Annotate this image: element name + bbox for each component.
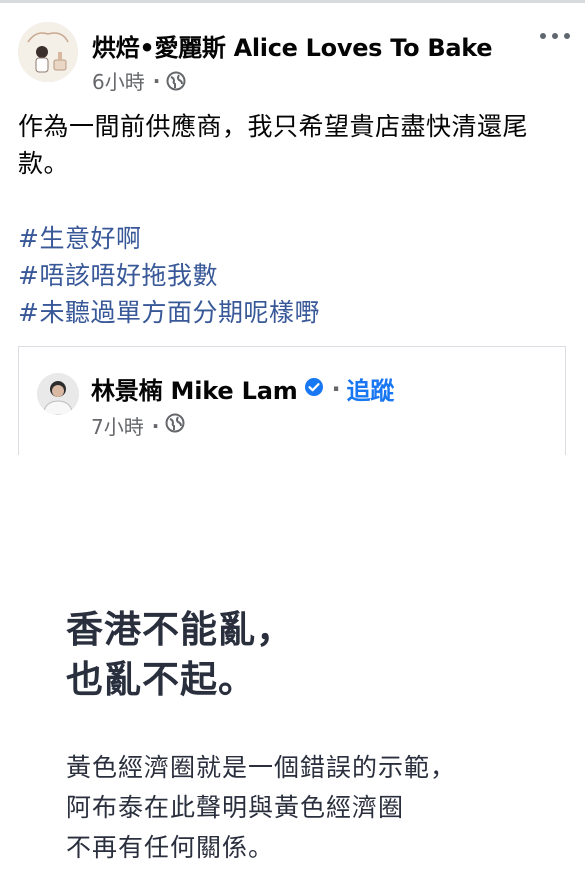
image-heading-line: 香港不能亂， [66,608,294,651]
globe-icon [166,71,186,91]
page-name[interactable]: 烘焙•愛麗斯 Alice Loves To Bake [92,28,493,63]
image-body-line: 阿布泰在此聲明與黃色經濟圈 [66,793,405,822]
image-body-line: 黃色經濟圈就是一個錯誤的示範， [66,753,457,782]
hashtag-link[interactable]: #唔該唔好拖我數 [18,257,320,294]
shared-post-time[interactable]: 7小時 [91,411,144,440]
hashtag-link[interactable]: #生意好啊 [18,220,320,257]
top-divider [0,0,585,3]
shared-author-name[interactable]: 林景楠 Mike Lam [91,371,298,406]
post-text: 作為一間前供應商，我只希望貴店盡快清還尾款。 [18,112,529,178]
dot-separator: · [331,374,341,403]
image-body-text: 黃色經濟圈就是一個錯誤的示範， 阿布泰在此聲明與黃色經濟圈 不再有任何關係。 [66,748,456,868]
meta-separator: · [152,68,161,93]
image-heading-line: 也亂不起。 [66,658,256,701]
more-options-icon[interactable] [540,26,570,46]
hashtag-list: #生意好啊 #唔該唔好拖我數 #未聽過單方面分期呢樣嘢 [18,220,320,331]
globe-icon [165,413,185,438]
shared-post-meta: 7小時 · [91,411,185,440]
shared-author-avatar[interactable] [37,373,79,415]
follow-button[interactable]: 追蹤 [346,371,394,406]
page-avatar[interactable] [18,22,78,82]
post-meta: 6小時 · [92,66,186,95]
shared-post-image[interactable]: 香港不能亂， 也亂不起。 黃色經濟圈就是一個錯誤的示範， 阿布泰在此聲明與黃色經… [0,455,585,889]
post-time[interactable]: 6小時 [92,66,145,95]
meta-separator: · [151,413,160,438]
image-heading: 香港不能亂， 也亂不起。 [66,605,294,705]
hashtag-link[interactable]: #未聽過單方面分期呢樣嘢 [18,294,320,331]
shared-post-card[interactable]: 林景楠 Mike Lam · 追蹤 7小時 · [18,346,566,461]
shared-author-line: 林景楠 Mike Lam · 追蹤 [91,371,394,406]
image-body-line: 不再有任何關係。 [66,833,275,862]
verified-badge-icon [304,375,324,403]
